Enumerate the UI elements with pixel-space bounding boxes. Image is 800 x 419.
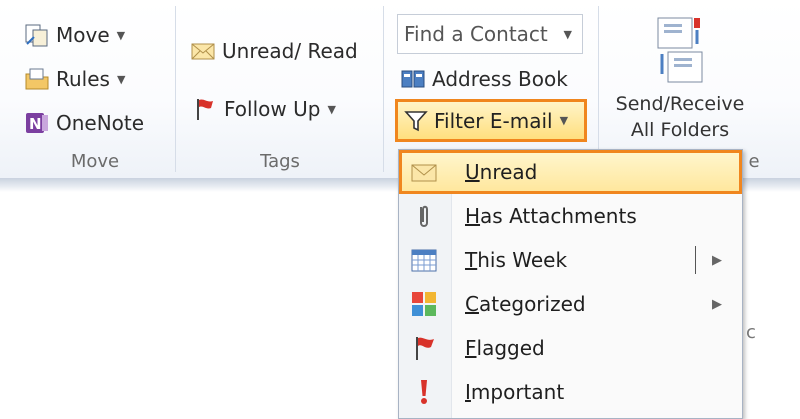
calendar-icon	[411, 249, 437, 272]
menu-item-label: lagged	[476, 336, 545, 360]
send-receive-icon	[657, 17, 703, 83]
address-book-button[interactable]: Address Book	[400, 62, 568, 96]
group-separator	[383, 6, 384, 172]
address-book-label: Address Book	[432, 67, 568, 91]
menu-item-important[interactable]: Important	[399, 370, 742, 414]
onenote-button[interactable]: N OneNote	[24, 106, 144, 140]
move-dropdown-icon: ▼	[116, 28, 126, 42]
submenu-separator	[695, 246, 696, 274]
exclamation-icon	[421, 380, 427, 404]
envelope-icon	[191, 43, 215, 60]
flag-icon	[416, 337, 434, 360]
find-contact-placeholder: Find a Contact	[404, 22, 548, 46]
move-group-label: Move	[70, 151, 120, 172]
move-icon	[25, 24, 48, 47]
svg-text:N: N	[29, 115, 42, 133]
rules-icon	[25, 68, 49, 90]
address-book-icon	[401, 70, 425, 88]
flag-icon	[197, 99, 213, 120]
envelope-icon	[411, 164, 437, 182]
menu-item-label: nread	[479, 160, 538, 184]
menu-item-label: ategorized	[478, 292, 586, 316]
send-receive-line1: Send/Receive	[615, 93, 745, 115]
menu-item-mnemonic: F	[465, 336, 477, 360]
menu-item-unread[interactable]: Unread	[399, 150, 742, 194]
menu-item-mnemonic: T	[465, 248, 478, 272]
menu-item-flagged[interactable]: Flagged	[399, 326, 742, 370]
send-receive-all-folders-button[interactable]: Send/Receive All Folders	[605, 10, 755, 150]
menu-item-label: as Attachments	[480, 204, 637, 228]
background-text-fragment: c	[746, 322, 756, 343]
filter-email-label: Filter E-mail	[434, 108, 553, 133]
tags-group-label: Tags	[260, 151, 300, 172]
follow-up-dropdown-icon: ▼	[327, 102, 336, 116]
send-receive-line2: All Folders	[630, 119, 730, 141]
menu-item-mnemonic: H	[465, 204, 481, 228]
menu-item-this-week[interactable]: This Week ▶	[399, 238, 742, 282]
onenote-label: OneNote	[56, 111, 145, 135]
group-separator	[175, 6, 176, 172]
find-contact-box[interactable]: Find a Contact ▼	[397, 14, 583, 54]
menu-item-mnemonic: C	[465, 292, 479, 316]
onenote-icon: N	[26, 113, 48, 133]
filter-email-dropdown-icon: ▼	[559, 114, 569, 127]
submenu-arrow-icon[interactable]: ▶	[712, 297, 722, 312]
filter-email-button[interactable]: Filter E-mail ▼	[395, 99, 587, 142]
filter-email-menu: Unread Has Attachments This Week ▶ Categ…	[398, 149, 743, 419]
rules-button[interactable]: Rules ▼	[24, 62, 125, 96]
filter-funnel-icon	[404, 110, 428, 131]
follow-up-button[interactable]: Follow Up ▼	[192, 92, 336, 126]
menu-item-mnemonic: U	[465, 160, 480, 184]
menu-item-label: mportant	[470, 380, 565, 404]
move-label: Move	[56, 23, 110, 47]
menu-item-has-attachments[interactable]: Has Attachments	[399, 194, 742, 238]
unread-read-button[interactable]: Unread/ Read	[190, 34, 358, 68]
submenu-arrow-icon[interactable]: ▶	[712, 253, 722, 268]
menu-item-categorized[interactable]: Categorized ▶	[399, 282, 742, 326]
menu-item-label: his Week	[477, 248, 568, 272]
unread-read-label: Unread/ Read	[222, 39, 358, 63]
find-contact-dropdown-icon: ▼	[563, 27, 572, 41]
find-group-label-fragment: e	[748, 151, 760, 172]
group-separator	[598, 6, 599, 172]
move-button[interactable]: Move ▼	[24, 18, 125, 52]
rules-label: Rules	[56, 67, 110, 91]
rules-dropdown-icon: ▼	[116, 72, 126, 86]
follow-up-label: Follow Up	[224, 97, 321, 121]
paperclip-icon	[420, 205, 428, 227]
categories-icon	[412, 292, 436, 316]
